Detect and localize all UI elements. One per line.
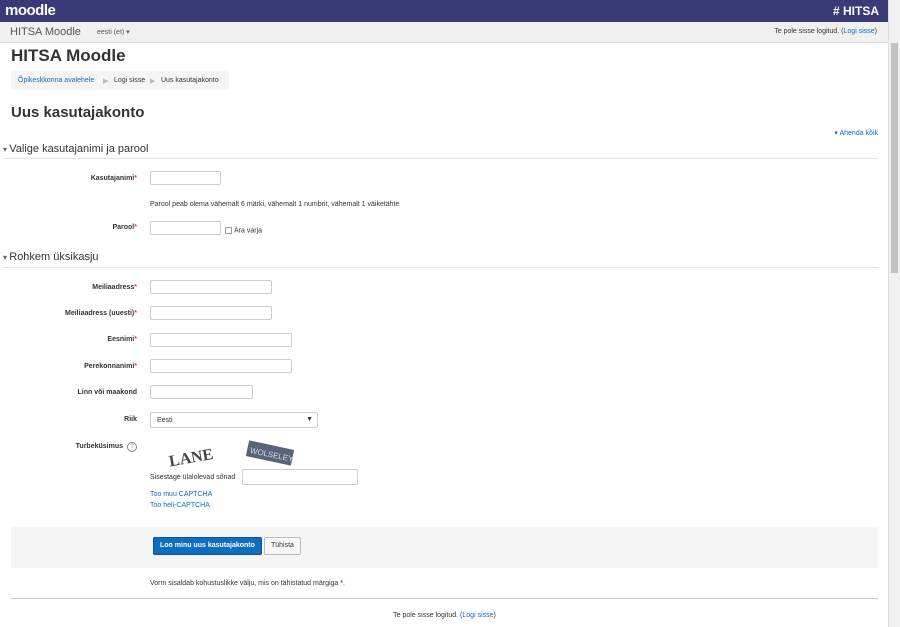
help-icon[interactable]: ? (127, 442, 137, 452)
country-label: Riik (124, 416, 137, 423)
firstname-label: Eesnimi* (107, 336, 137, 343)
captcha-input[interactable] (242, 469, 358, 485)
login-info: Te pole sisse logitud. (Logi sisse) (774, 28, 877, 35)
firstname-input[interactable] (150, 333, 292, 347)
breadcrumb-current: Uus kasutajakonto (161, 77, 219, 84)
username-input[interactable] (150, 171, 221, 185)
captcha-label: Turbeküsimus? (0, 442, 137, 452)
footer-login-info: Te pole sisse logitud. (Logi sisse) (393, 612, 496, 619)
page-title: Uus kasutajakonto (11, 104, 145, 121)
password-label: Parool* (112, 224, 137, 231)
navbar: HITSA Moodle eesti (et) ▾ Te pole sisse … (0, 22, 889, 43)
breadcrumb-separator-icon: ▶ (150, 78, 156, 85)
section-more-details-header[interactable]: ▾ Rohkem üksikasju (3, 251, 99, 263)
footer-login-link[interactable]: Logi sisse (462, 612, 493, 619)
create-account-button[interactable]: Loo minu uus kasutajakonto (153, 537, 262, 555)
country-select[interactable]: Eesti ▼ (150, 412, 318, 428)
required-fields-note: Vorm sisaldab kohustuslikke välju, mis o… (150, 580, 345, 587)
email-label: Meiliaadress* (92, 284, 137, 291)
breadcrumb-home[interactable]: Õpikeskkonna avalehele (18, 77, 94, 84)
password-input[interactable] (150, 221, 221, 235)
city-label: Linn või maakond (77, 389, 137, 396)
username-label: Kasutajanimi* (90, 175, 137, 182)
language-menu[interactable]: eesti (et) ▾ (97, 28, 130, 36)
section-divider (3, 158, 878, 159)
breadcrumb: Õpikeskkonna avalehele ▶ Logi sisse ▶ Uu… (11, 71, 229, 90)
site-title: HITSA Moodle (11, 46, 126, 65)
unmask-password-checkbox[interactable]: Ära varja (225, 227, 262, 234)
page-scrollbar[interactable] (888, 0, 900, 627)
email-input[interactable] (150, 280, 272, 294)
moodle-logo[interactable]: moodle (5, 2, 56, 19)
captcha-image-1: LANE (165, 436, 213, 470)
scrollbar-thumb[interactable] (891, 43, 898, 273)
captcha-audio-link[interactable]: Too heli-CAPTCHA (150, 502, 210, 509)
top-header-bar: moodle # HITSA (0, 0, 889, 23)
hitsa-brand-logo[interactable]: # HITSA (833, 4, 879, 18)
lastname-input[interactable] (150, 359, 292, 373)
breadcrumb-login[interactable]: Logi sisse (114, 77, 145, 84)
collapse-all-link[interactable]: ▾ Ahenda kõik (834, 129, 878, 137)
email-confirm-input[interactable] (150, 306, 272, 320)
section-username-password-header[interactable]: ▾ Valige kasutajanimi ja parool (3, 143, 148, 155)
breadcrumb-separator-icon: ▶ (103, 78, 109, 85)
lastname-label: Perekonnanimi* (84, 363, 137, 370)
section-divider (3, 267, 878, 268)
captcha-image-2: WOLSELEY (245, 440, 295, 466)
site-home-link[interactable]: HITSA Moodle (10, 26, 81, 38)
email-confirm-label: Meiliaadress (uuesti)* (65, 310, 137, 317)
cancel-button[interactable]: Tühista (264, 537, 301, 555)
footer-divider (11, 598, 878, 599)
password-policy-hint: Parool peab olema vähemalt 6 märki, vähe… (150, 201, 400, 208)
login-link[interactable]: Logi sisse (844, 28, 875, 35)
captcha-refresh-link[interactable]: Too muu CAPTCHA (150, 491, 212, 498)
form-actions (11, 527, 878, 568)
city-input[interactable] (150, 385, 253, 399)
captcha-input-label: Sisestage ülalolevad sõnad (150, 474, 236, 481)
checkbox-icon[interactable] (225, 227, 232, 234)
dropdown-arrow-icon: ▼ (306, 416, 313, 423)
